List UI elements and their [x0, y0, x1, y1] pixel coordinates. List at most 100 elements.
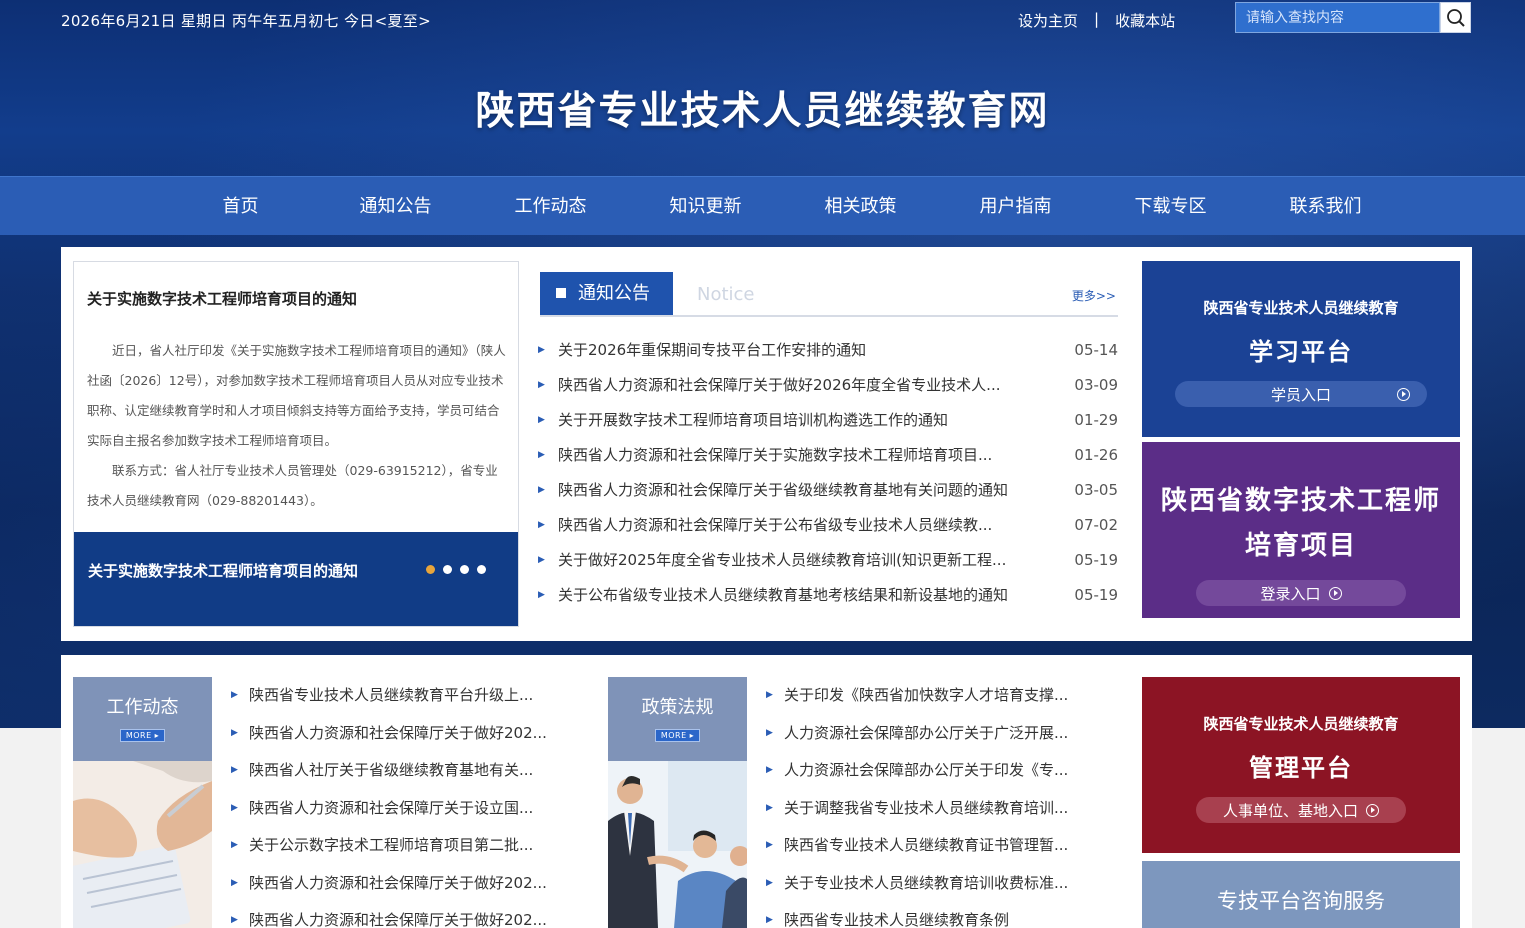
top-bar: 2026年6月21日 星期日 丙午年五月初七 今日<夏至> 设为主页 | 收藏本…: [0, 0, 1525, 38]
work-news-title: 工作动态: [106, 697, 179, 718]
play-circle-icon: [1396, 387, 1410, 401]
work-news-item[interactable]: 陕西省人力资源和社会保障厅关于设立国...: [249, 790, 533, 828]
notice-title[interactable]: 关于公布省级专业技术人员继续教育基地考核结果和新设基地的通知: [558, 578, 1053, 613]
nav-work-news[interactable]: 工作动态: [473, 177, 628, 236]
notice-date: 01-29: [1074, 411, 1118, 429]
slide-dot[interactable]: [443, 565, 452, 574]
slide-dot[interactable]: [460, 565, 469, 574]
notice-date: 05-19: [1074, 551, 1118, 569]
business-people-photo: [608, 761, 747, 928]
play-circle-icon: [1328, 586, 1342, 600]
login-entry-label: 登录入口: [1260, 584, 1321, 603]
notice-title[interactable]: 陕西省人力资源和社会保障厅关于公布省级专业技术人员继续教...: [558, 508, 1053, 543]
list-item[interactable]: ▶ 关于做好2025年度全省专业技术人员继续教育培训(知识更新工程... 05-19: [538, 543, 1118, 578]
site-title: 陕西省专业技术人员继续教育网: [475, 89, 1050, 134]
bullet-arrow-icon: ▶: [538, 415, 545, 425]
set-home-link[interactable]: 设为主页: [1018, 10, 1078, 31]
square-icon: [556, 288, 566, 298]
learning-platform-subtitle: 陕西省专业技术人员继续教育: [1203, 299, 1399, 317]
feature-contact: 联系方式：省人社厅专业技术人员管理处（029-63915212），省专业技术人员…: [87, 463, 498, 508]
notice-title[interactable]: 关于开展数字技术工程师培育项目培训机构遴选工作的通知: [558, 403, 1053, 438]
nav-contact[interactable]: 联系我们: [1248, 177, 1403, 236]
notice-header: 通知公告 Notice 更多>>: [540, 271, 1118, 317]
work-news-item[interactable]: 陕西省专业技术人员继续教育平台升级上...: [249, 677, 533, 715]
slide-dot[interactable]: [477, 565, 486, 574]
search-input[interactable]: [1235, 2, 1441, 33]
list-item[interactable]: ▶ 关于2026年重保期间专技平台工作安排的通知 05-14: [538, 333, 1118, 368]
bullet-arrow-icon: ▶: [231, 915, 238, 925]
management-platform-subtitle: 陕西省专业技术人员继续教育: [1203, 715, 1399, 733]
policy-item[interactable]: 陕西省专业技术人员继续教育条例: [784, 902, 1009, 928]
work-news-header[interactable]: 工作动态 MORE ▸: [73, 677, 212, 762]
bookmark-link[interactable]: 收藏本站: [1115, 10, 1175, 31]
bullet-arrow-icon: ▶: [766, 690, 773, 700]
bullet-arrow-icon: ▶: [766, 765, 773, 775]
current-date: 2026年6月21日 星期日 丙午年五月初七 今日<夏至>: [61, 12, 431, 30]
management-platform-card[interactable]: 陕西省专业技术人员继续教育 管理平台 人事单位、基地入口: [1142, 677, 1460, 853]
policy-item[interactable]: 关于印发《陕西省加快数字人才培育支撑...: [784, 677, 1068, 715]
notice-tab[interactable]: 通知公告: [540, 272, 673, 315]
feature-title[interactable]: 关于实施数字技术工程师培育项目的通知: [87, 288, 357, 309]
slide-indicators: [426, 565, 486, 574]
policy-item[interactable]: 陕西省专业技术人员继续教育证书管理暂...: [784, 827, 1068, 865]
notice-date: 03-05: [1074, 481, 1118, 499]
bullet-arrow-icon: ▶: [538, 555, 545, 565]
notice-title[interactable]: 关于2026年重保期间专技平台工作安排的通知: [558, 333, 1053, 368]
learning-platform-title: 学习平台: [1249, 338, 1353, 366]
policy-item[interactable]: 关于专业技术人员继续教育培训收费标准...: [784, 865, 1068, 903]
employer-entry-button[interactable]: 人事单位、基地入口: [1196, 797, 1406, 823]
policy-header[interactable]: 政策法规 MORE ▸: [608, 677, 747, 762]
list-item[interactable]: ▶ 陕西省人力资源和社会保障厅关于公布省级专业技术人员继续教... 07-02: [538, 508, 1118, 543]
nav-downloads[interactable]: 下载专区: [1093, 177, 1248, 236]
slide-dot[interactable]: [426, 565, 435, 574]
policy-item[interactable]: 人力资源社会保障部办公厅关于广泛开展...: [784, 715, 1068, 753]
list-item[interactable]: ▶ 关于开展数字技术工程师培育项目培训机构遴选工作的通知 01-29: [538, 403, 1118, 438]
bullet-arrow-icon: ▶: [231, 840, 238, 850]
bullet-arrow-icon: ▶: [231, 877, 238, 888]
policy-title: 政策法规: [641, 697, 714, 718]
notice-more-link[interactable]: 更多>>: [1072, 287, 1116, 304]
notice-title[interactable]: 关于做好2025年度全省专业技术人员继续教育培训(知识更新工程...: [558, 543, 1053, 578]
nav-policy[interactable]: 相关政策: [783, 177, 938, 236]
notice-title[interactable]: 陕西省人力资源和社会保障厅关于做好2026年度全省专业技术人...: [558, 368, 1053, 403]
list-item[interactable]: ▶ 陕西省人力资源和社会保障厅关于做好2026年度全省专业技术人... 03-09: [538, 368, 1118, 403]
digital-engineer-title-line1: 陕西省数字技术工程师: [1160, 486, 1441, 516]
notice-date: 03-09: [1074, 376, 1118, 394]
digital-engineer-card[interactable]: 陕西省数字技术工程师 培育项目 登录入口: [1142, 442, 1460, 618]
work-news-item[interactable]: 陕西省人力资源和社会保障厅关于做好202...: [249, 865, 547, 903]
list-item[interactable]: ▶ 陕西省人力资源和社会保障厅关于实施数字技术工程师培育项目... 01-26: [538, 438, 1118, 473]
bullet-arrow-icon: ▶: [231, 802, 238, 813]
work-news-item[interactable]: 陕西省人力资源和社会保障厅关于做好202...: [249, 902, 547, 928]
work-news-item[interactable]: 陕西省人力资源和社会保障厅关于做好202...: [249, 715, 547, 753]
notice-title[interactable]: 陕西省人力资源和社会保障厅关于省级继续教育基地有关问题的通知: [558, 473, 1053, 508]
work-news-more-button[interactable]: MORE ▸: [119, 729, 166, 742]
notice-title[interactable]: 陕西省人力资源和社会保障厅关于实施数字技术工程师培育项目...: [558, 438, 1053, 473]
notice-list: ▶ 关于2026年重保期间专技平台工作安排的通知 05-14 ▶ 陕西省人力资源和社会…: [538, 333, 1118, 613]
feature-slide[interactable]: 关于实施数字技术工程师培育项目的通知 近日，省人社厅印发《关于实施数字技术工程师…: [73, 261, 519, 627]
consult-service-card[interactable]: 专技平台咨询服务: [1142, 861, 1460, 928]
bullet-arrow-icon: ▶: [538, 450, 545, 460]
bullet-arrow-icon: ▶: [766, 840, 773, 850]
learning-platform-card[interactable]: 陕西省专业技术人员继续教育 学习平台 学员入口: [1142, 261, 1460, 437]
login-entry-button[interactable]: 登录入口: [1196, 580, 1406, 606]
nav-home[interactable]: 首页: [163, 177, 318, 236]
search-icon: [1446, 8, 1465, 27]
work-news-item[interactable]: 陕西省人社厅关于省级继续教育基地有关...: [249, 752, 533, 790]
notice-date: 07-02: [1074, 516, 1118, 534]
nav-knowledge[interactable]: 知识更新: [628, 177, 783, 236]
search-button[interactable]: [1440, 2, 1471, 33]
work-news-item[interactable]: 关于公示数字技术工程师培育项目第二批...: [249, 827, 533, 865]
notice-en-label: Notice: [697, 284, 755, 305]
student-entry-button[interactable]: 学员入口: [1175, 381, 1427, 407]
nav-notices[interactable]: 通知公告: [318, 177, 473, 236]
nav-guide[interactable]: 用户指南: [938, 177, 1093, 236]
search-box: [1235, 2, 1471, 33]
policy-item[interactable]: 关于调整我省专业技术人员继续教育培训...: [784, 790, 1068, 828]
play-circle-icon: [1366, 803, 1379, 817]
list-item[interactable]: ▶ 陕西省人力资源和社会保障厅关于省级继续教育基地有关问题的通知 03-05: [538, 473, 1118, 508]
list-item[interactable]: ▶ 关于公布省级专业技术人员继续教育基地考核结果和新设基地的通知 05-19: [538, 578, 1118, 613]
policy-item[interactable]: 人力资源社会保障部办公厅关于印发《专...: [784, 752, 1068, 790]
policy-more-button[interactable]: MORE ▸: [654, 729, 701, 742]
feature-caption[interactable]: 关于实施数字技术工程师培育项目的通知: [88, 560, 358, 581]
link-separator: |: [1094, 10, 1100, 28]
